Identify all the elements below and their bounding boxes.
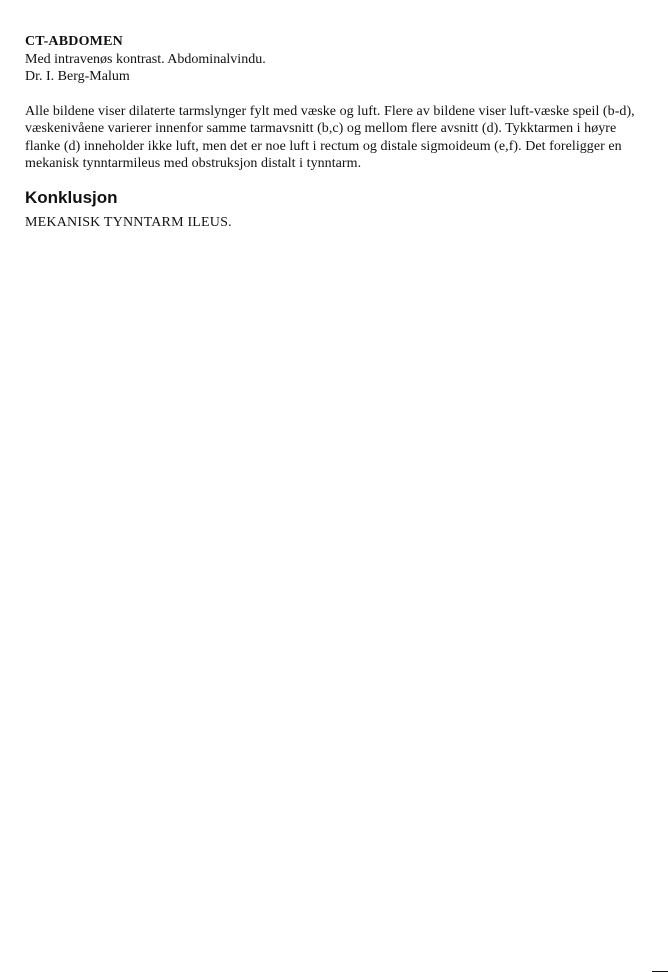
report-header: CT-ABDOMEN Med intravenøs kontrast. Abdo… <box>25 33 640 86</box>
report-title: CT-ABDOMEN <box>25 34 123 49</box>
contrast-description: Med intravenøs kontrast. Abdominalvindu. <box>25 51 266 67</box>
conclusion-heading: Konklusjon <box>25 187 118 207</box>
conclusion-text: MEKANISK TYNNTARM ILEUS. <box>25 214 232 230</box>
findings-paragraph: Alle bildene viser dilaterte tarmslynger… <box>25 103 635 172</box>
doctor-name: Dr. I. Berg-Malum <box>25 69 130 84</box>
report-page: CT-ABDOMEN Med intravenøs kontrast. Abdo… <box>25 33 640 231</box>
